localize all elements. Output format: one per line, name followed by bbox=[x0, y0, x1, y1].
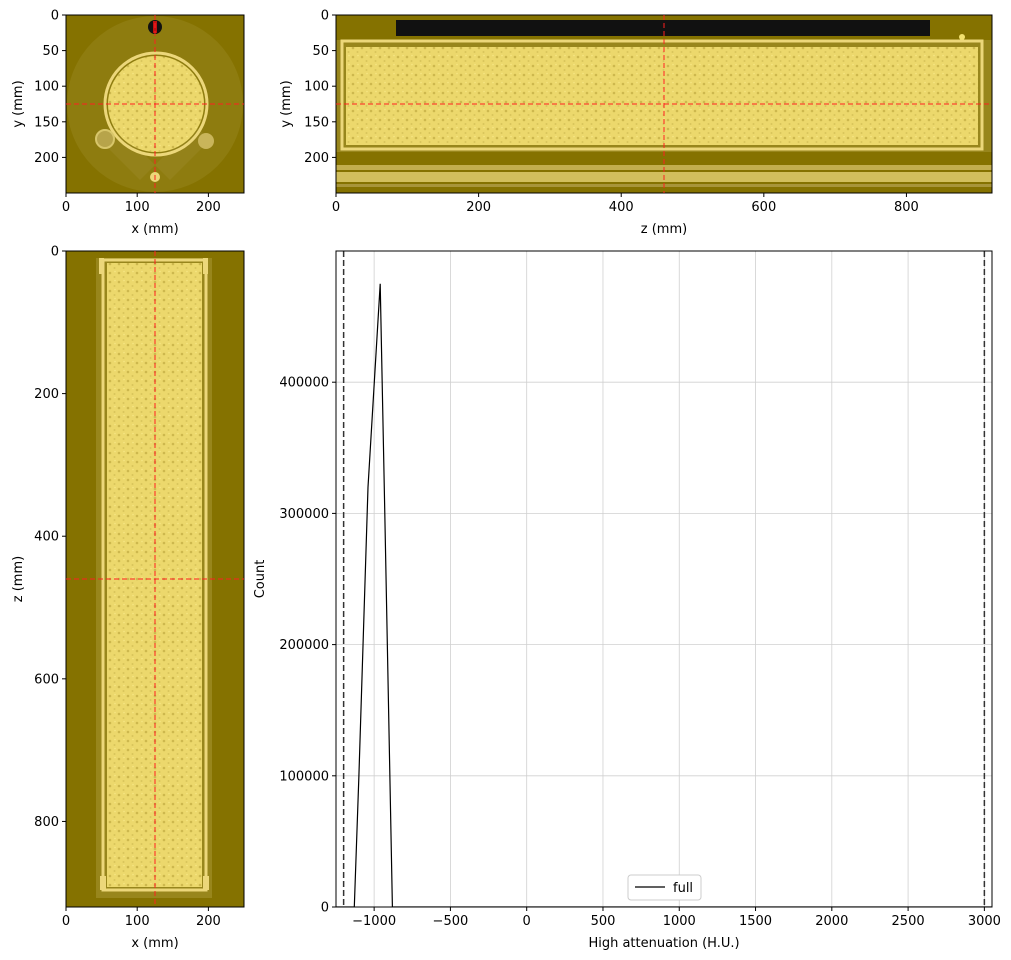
xz-slice-ytick-label: 200 bbox=[34, 387, 59, 402]
zy-ylabel: y (mm) bbox=[279, 80, 294, 127]
histogram-xtick-label: 1500 bbox=[739, 914, 772, 929]
histogram-xtick-label: 500 bbox=[591, 914, 616, 929]
zy-xlabel: z (mm) bbox=[641, 222, 687, 237]
histogram-xtick-label: 2500 bbox=[892, 914, 925, 929]
xy-slice-ytick-label: 0 bbox=[51, 9, 59, 24]
xy-slice-xtick-label: 200 bbox=[196, 200, 221, 215]
histogram-ytick-label: 100000 bbox=[279, 769, 329, 784]
xz-slice-ytick-label: 0 bbox=[51, 245, 59, 260]
zy-slice-ytick-label: 50 bbox=[312, 44, 329, 59]
xz-slice-ytick-label: 400 bbox=[34, 530, 59, 545]
xz-slice-xtick-label: 100 bbox=[125, 914, 150, 929]
histogram-ytick-label: 200000 bbox=[279, 638, 329, 653]
histogram-xtick-label: −500 bbox=[433, 914, 469, 929]
xy-slice-ytick-label: 200 bbox=[34, 151, 59, 166]
xz-slice-ytick-label: 800 bbox=[34, 815, 59, 830]
zy-slice-panel: 0 200 400 600 800 0 50 100 150 200 z (mm) y (mm) bbox=[279, 9, 993, 237]
xy-slice-ytick-label: 50 bbox=[42, 44, 59, 59]
xz-ylabel: z (mm) bbox=[11, 556, 26, 602]
histogram-series-full bbox=[336, 283, 992, 907]
xz-slice-xtick-label: 0 bbox=[62, 914, 70, 929]
zy-label-bar bbox=[396, 20, 930, 36]
zy-slice-ytick-label: 150 bbox=[304, 115, 329, 130]
zy-slice-xtick-label: 200 bbox=[466, 200, 491, 215]
histogram-xtick-label: 3000 bbox=[968, 914, 1001, 929]
zy-slice-xtick-label: 800 bbox=[894, 200, 919, 215]
xz-slice-panel: 0 100 200 0 200 400 600 800 x (mm) z (mm) bbox=[11, 245, 245, 951]
xz-slice-ytick-label: 600 bbox=[34, 672, 59, 687]
zy-slice-ytick-label: 100 bbox=[304, 80, 329, 95]
histogram-axes-frame bbox=[335, 250, 993, 908]
xy-slice-panel: 0 100 200 0 50 100 150 200 x (mm) y (mm) bbox=[11, 9, 245, 237]
xz-xlabel: x (mm) bbox=[131, 936, 178, 951]
histogram-xtick-label: 2000 bbox=[815, 914, 848, 929]
legend-label-full: full bbox=[673, 881, 693, 896]
xy-slice-ytick-label: 150 bbox=[34, 115, 59, 130]
histogram-ytick-label: 300000 bbox=[279, 507, 329, 522]
zy-slice-xtick-label: 400 bbox=[609, 200, 634, 215]
xz-slice-xtick-label: 200 bbox=[196, 914, 221, 929]
histogram-ytick-label: 400000 bbox=[279, 376, 329, 391]
xy-slice-xtick-label: 0 bbox=[62, 200, 70, 215]
histogram-xtick-label: −1000 bbox=[352, 914, 396, 929]
xy-ylabel: y (mm) bbox=[11, 80, 26, 127]
xy-slice-ytick-label: 100 bbox=[34, 80, 59, 95]
histogram-panel: −1000 −500 0 500 1000 1500 2000 2500 3000 0 100000… bbox=[253, 250, 1001, 951]
histogram-xtick-label: 1000 bbox=[663, 914, 696, 929]
histogram-legend: full bbox=[627, 874, 702, 901]
histogram-ytick-label: 0 bbox=[321, 901, 329, 916]
xy-xlabel: x (mm) bbox=[131, 222, 178, 237]
histogram-xlabel: High attenuation (H.U.) bbox=[588, 936, 739, 951]
figure: 0 100 200050100150200 x (mm) y (mm) 0 200 40… bbox=[11, 9, 1001, 952]
histogram-ylabel: Count bbox=[253, 560, 268, 599]
xy-slice-xtick-label: 100 bbox=[125, 200, 150, 215]
zy-slice-xtick-label: 0 bbox=[332, 200, 340, 215]
zy-slice-ytick-label: 0 bbox=[321, 9, 329, 24]
zy-slice-ytick-label: 200 bbox=[304, 151, 329, 166]
zy-slice-xtick-label: 600 bbox=[751, 200, 776, 215]
histogram-xtick-label: 0 bbox=[523, 914, 531, 929]
